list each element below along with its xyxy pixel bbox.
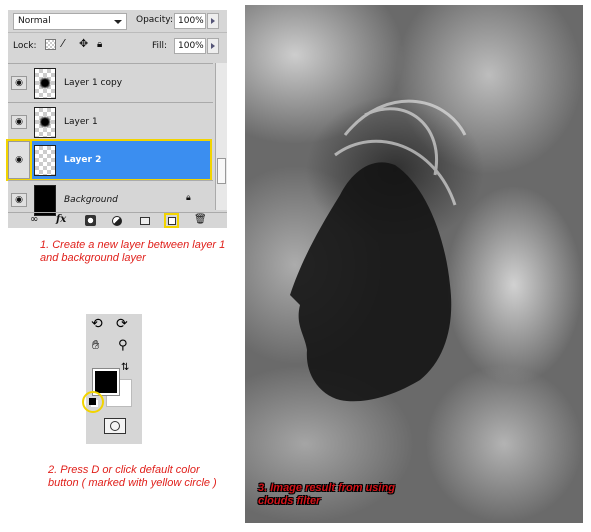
step3-note: 3. Image result from using clouds filter (258, 482, 395, 507)
layer-name: Layer 1 (64, 117, 98, 127)
link-icon[interactable]: ∞ (30, 214, 38, 226)
layer-thumbnail (34, 107, 56, 138)
3d-orbit-icon[interactable]: ⟳ (116, 317, 128, 331)
mask-icon[interactable] (85, 215, 96, 226)
default-colors-button[interactable] (82, 391, 104, 413)
tools-panel: ⟲ ⟳ ✋︎ ⚲ ⇅ (82, 314, 142, 444)
layer-row-layer-1-copy[interactable]: ◉ Layer 1 copy (8, 63, 213, 102)
zoom-tool-icon[interactable]: ⚲ (118, 339, 128, 353)
adjustment-icon[interactable] (112, 216, 122, 226)
lock-icon: 🔒︎ (186, 193, 191, 203)
3d-rotate-icon[interactable]: ⟲ (91, 317, 103, 331)
layer-row-layer-1[interactable]: ◉ Layer 1 (8, 102, 213, 141)
new-layer-icon[interactable] (164, 213, 179, 228)
layer-row-layer-2[interactable]: ◉ Layer 2 (6, 139, 213, 181)
lock-transparency-icon[interactable] (45, 39, 56, 50)
fx-icon[interactable]: fx (56, 214, 66, 226)
lock-all-icon[interactable]: 🔒︎ (97, 39, 102, 50)
layers-scrollbar[interactable] (215, 63, 227, 210)
lock-label: Lock: (13, 41, 37, 51)
layer-thumbnail (34, 68, 56, 99)
opacity-slider-button[interactable] (207, 13, 219, 29)
lock-move-icon[interactable]: ✥ (79, 38, 88, 49)
eye-icon[interactable]: ◉ (11, 193, 27, 207)
quick-mask-button[interactable] (104, 418, 126, 434)
folder-icon[interactable] (140, 217, 150, 225)
opacity-label: Opacity: (136, 15, 173, 25)
lock-brush-icon[interactable]: ⁄ (62, 38, 64, 49)
chevron-down-icon (114, 20, 122, 24)
eye-icon[interactable]: ◉ (11, 76, 27, 90)
blend-mode-select[interactable]: Normal (13, 13, 127, 30)
layer-name: Layer 1 copy (64, 78, 123, 88)
step1-note: 1. Create a new layer between layer 1 an… (40, 239, 226, 264)
opacity-input[interactable]: 100% (174, 13, 206, 29)
fill-slider-button[interactable] (207, 38, 219, 54)
layer-name: Layer 2 (64, 155, 102, 165)
layer-name: Background (64, 195, 118, 205)
fill-input[interactable]: 100% (174, 38, 206, 54)
layers-bottom-bar: ∞ fx 🗑︎ (8, 212, 227, 228)
layer-thumbnail (34, 145, 56, 176)
hand-tool-icon[interactable]: ✋︎ (92, 339, 99, 353)
eye-icon[interactable]: ◉ (6, 139, 32, 181)
blend-mode-value: Normal (18, 16, 51, 26)
step2-note: 2. Press D or click default color button… (48, 464, 217, 489)
swap-colors-icon[interactable]: ⇅ (121, 361, 129, 375)
fill-label: Fill: (152, 41, 168, 51)
trash-icon[interactable]: 🗑︎ (194, 214, 207, 226)
smoke-face-silhouette (290, 99, 467, 402)
clouds-result-image (245, 5, 583, 523)
eye-icon[interactable]: ◉ (11, 115, 27, 129)
layers-panel: Normal Opacity: 100% Lock: ⁄ ✥ 🔒︎ Fill: … (6, 10, 227, 228)
